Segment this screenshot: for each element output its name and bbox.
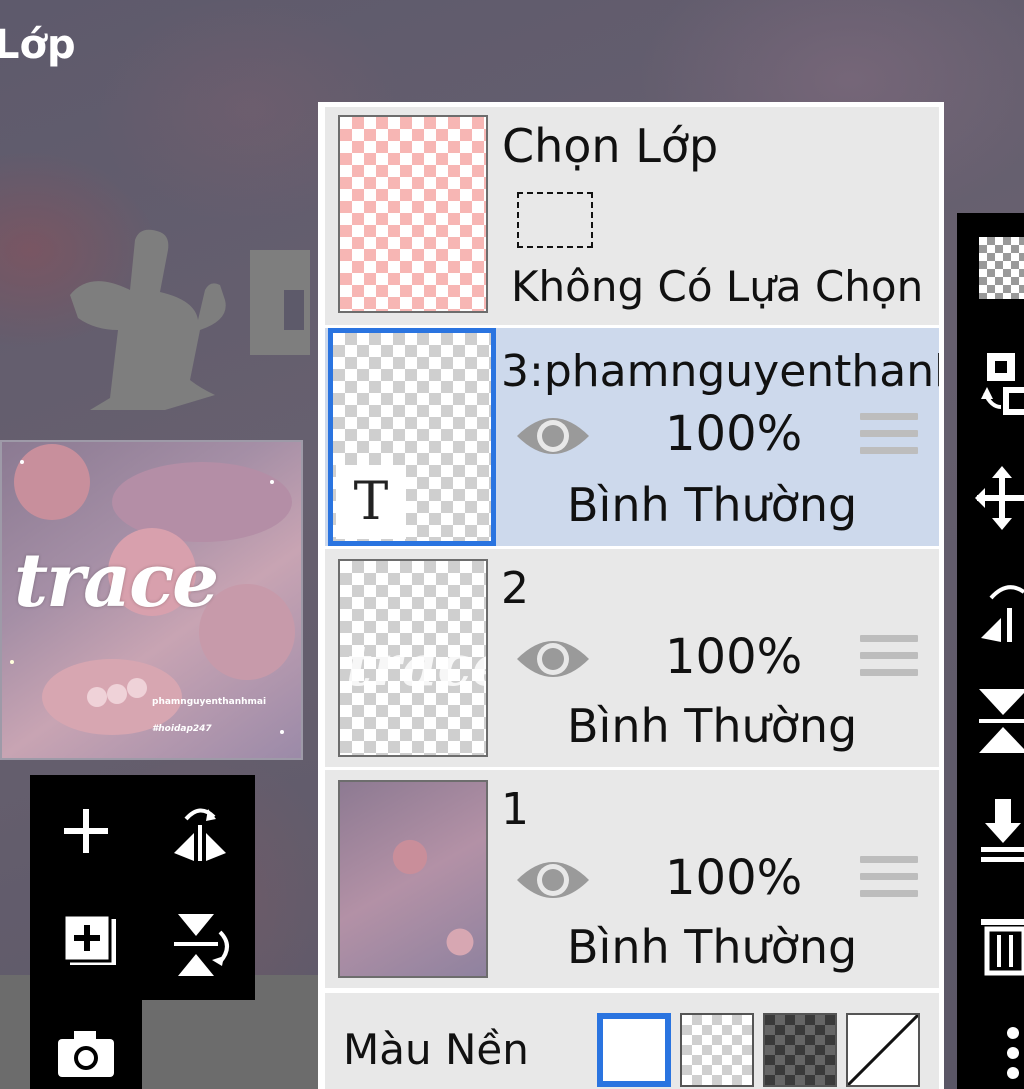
selection-copy-icon bbox=[981, 353, 1024, 415]
slash-icon bbox=[846, 1013, 920, 1087]
background-color-row: Màu Nền bbox=[325, 993, 939, 1089]
background-white-swatch[interactable] bbox=[597, 1013, 671, 1087]
flip-vertical-icon bbox=[979, 689, 1024, 753]
preview-tag: #hoidap247 bbox=[152, 724, 212, 734]
import-photo-button[interactable] bbox=[50, 1022, 122, 1084]
layer-tools-panel bbox=[30, 775, 255, 1000]
layer-panel: Chọn Lớp Không Có Lựa Chọn T 3:phamnguye… bbox=[318, 102, 944, 1089]
flip-vertical-tool[interactable] bbox=[957, 681, 1024, 761]
layer-1-thumbnail bbox=[338, 780, 488, 978]
screen-title: Lớp bbox=[0, 22, 76, 68]
more-vertical-icon bbox=[1007, 1027, 1019, 1079]
selection-status: Không Có Lựa Chọn bbox=[511, 262, 924, 311]
layer-row-1[interactable]: 1 100% Bình Thường bbox=[325, 770, 939, 988]
flip-horizontal-icon bbox=[981, 585, 1024, 642]
layer-2-opacity[interactable]: 100% bbox=[665, 629, 802, 685]
merge-down-tool[interactable] bbox=[957, 791, 1024, 871]
background-transparent-swatch[interactable] bbox=[680, 1013, 754, 1087]
transparency-tool[interactable] bbox=[957, 233, 1024, 303]
move-tool[interactable] bbox=[957, 463, 1024, 533]
move-arrows-icon bbox=[975, 466, 1024, 530]
layer-3-name: 3:phamnguyenthanhmai bbox=[501, 346, 939, 397]
add-layer-button[interactable] bbox=[50, 795, 122, 867]
add-paper-icon bbox=[62, 913, 116, 965]
flip-vertical-icon bbox=[174, 914, 229, 976]
background-color-label: Màu Nền bbox=[343, 1025, 529, 1074]
layer-3-blend-mode[interactable]: Bình Thường bbox=[567, 478, 857, 532]
layer-2-drag-handle-icon[interactable] bbox=[860, 635, 918, 681]
layer-3-drag-handle-icon[interactable] bbox=[860, 413, 918, 459]
layer-2-thumbnail: trace bbox=[338, 559, 488, 757]
visibility-eye-icon[interactable] bbox=[515, 633, 591, 685]
preview-word: trace bbox=[14, 538, 219, 624]
layer-2-name: 2 bbox=[501, 563, 529, 614]
selection-row[interactable]: Chọn Lớp Không Có Lựa Chọn bbox=[325, 107, 939, 325]
layer-3-thumbnail: T bbox=[328, 328, 496, 546]
selection-thumbnail bbox=[338, 115, 488, 313]
checker-icon bbox=[979, 237, 1024, 299]
background-dark-checker-swatch[interactable] bbox=[763, 1013, 837, 1087]
layer-2-blend-mode[interactable]: Bình Thường bbox=[567, 699, 857, 753]
merge-down-icon bbox=[981, 799, 1024, 862]
visibility-eye-icon[interactable] bbox=[515, 854, 591, 906]
preview-credit: phamnguyenthanhmai bbox=[152, 697, 267, 707]
selection-title: Chọn Lớp bbox=[502, 119, 719, 173]
layer-2-thumbnail-word: trace bbox=[346, 633, 486, 699]
flip-vertical-button[interactable] bbox=[160, 905, 240, 985]
layer-row-3[interactable]: T 3:phamnguyenthanhmai 100% Bình Thường bbox=[325, 328, 939, 546]
selection-marquee-icon bbox=[517, 192, 593, 248]
selection-copy-tool[interactable] bbox=[957, 343, 1024, 423]
trash-icon bbox=[981, 919, 1024, 976]
flip-horizontal-icon bbox=[174, 808, 226, 861]
layer-3-opacity[interactable]: 100% bbox=[665, 406, 802, 462]
flip-horizontal-button[interactable] bbox=[160, 795, 240, 867]
flip-horizontal-tool[interactable] bbox=[957, 568, 1024, 648]
background-none-swatch[interactable] bbox=[846, 1013, 920, 1087]
visibility-eye-icon[interactable] bbox=[515, 410, 591, 462]
layer-1-name: 1 bbox=[501, 784, 529, 835]
layer-row-2[interactable]: trace 2 100% Bình Thường bbox=[325, 549, 939, 767]
plus-icon bbox=[64, 809, 108, 853]
more-menu-button[interactable] bbox=[957, 1018, 1024, 1088]
layer-1-drag-handle-icon[interactable] bbox=[860, 856, 918, 902]
layer-1-opacity[interactable]: 100% bbox=[665, 850, 802, 906]
delete-layer-tool[interactable] bbox=[957, 903, 1024, 983]
layer-1-blend-mode[interactable]: Bình Thường bbox=[567, 920, 857, 974]
text-layer-badge: T bbox=[336, 465, 406, 539]
right-toolbar bbox=[957, 213, 1024, 1089]
camera-icon bbox=[58, 1031, 114, 1077]
layer-tools-panel-ext bbox=[30, 1000, 142, 1089]
add-paper-layer-button[interactable] bbox=[50, 905, 130, 977]
